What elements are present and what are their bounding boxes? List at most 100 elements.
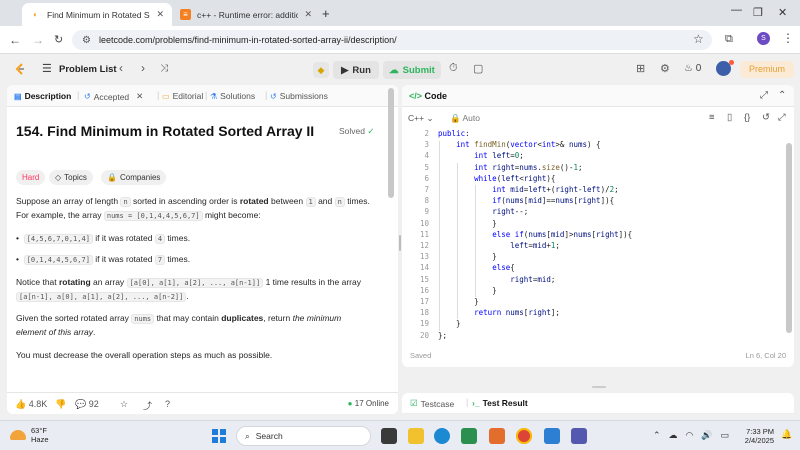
bookmark-icon[interactable]: ▯: [727, 112, 732, 123]
tab-label: Description: [24, 91, 72, 101]
timer-icon[interactable]: ⏱: [449, 62, 458, 75]
close-tab-icon[interactable]: ✕: [136, 91, 143, 102]
reset-icon[interactable]: ↺: [762, 112, 770, 123]
language-select[interactable]: C++ ⌄: [408, 113, 434, 124]
topics-button[interactable]: ◇ Topics: [49, 170, 93, 185]
editor-scrollbar[interactable]: [786, 143, 792, 333]
close-tab-icon[interactable]: ✕: [304, 9, 312, 20]
vertical-resize-handle[interactable]: [592, 386, 606, 388]
run-button[interactable]: ▶ Run: [333, 61, 379, 79]
app-icon[interactable]: [489, 428, 505, 444]
system-clock[interactable]: 7:33 PM 2/4/2025: [742, 427, 774, 445]
volume-icon[interactable]: 🔊: [701, 430, 712, 441]
companies-button[interactable]: 🔒 Companies: [101, 170, 167, 185]
premium-button[interactable]: Premium: [740, 61, 794, 78]
maximize-panel-icon[interactable]: ⤢: [760, 90, 768, 101]
description-scrollbar[interactable]: [388, 88, 394, 198]
browser-menu-icon[interactable]: ⋮: [782, 31, 794, 45]
app-icon[interactable]: [461, 428, 477, 444]
close-window-icon[interactable]: ✕: [778, 6, 787, 19]
code-line[interactable]: public:: [438, 129, 470, 138]
notes-icon[interactable]: ▢: [473, 62, 483, 75]
windows-start-icon[interactable]: [212, 429, 226, 443]
tab-editorial[interactable]: ▭ Editorial: [162, 91, 203, 101]
submit-button[interactable]: ☁ Submit: [383, 61, 441, 79]
collapse-panel-icon[interactable]: ⌃: [778, 90, 786, 101]
shuffle-icon[interactable]: ⤨: [160, 63, 168, 74]
battery-icon[interactable]: ▭: [721, 430, 730, 441]
fullscreen-icon[interactable]: ⤢: [778, 112, 786, 123]
forward-icon[interactable]: →: [32, 33, 44, 47]
bookmark-star-icon[interactable]: ☆: [693, 32, 704, 46]
weather-widget[interactable]: 63°F Haze: [10, 426, 49, 444]
chrome-icon[interactable]: [516, 428, 532, 444]
back-icon[interactable]: ←: [9, 33, 21, 47]
tab-accepted[interactable]: ↺ Accepted ✕: [84, 91, 143, 102]
code-line[interactable]: int findMin(vector<int>& nums) {: [438, 140, 601, 149]
code-line[interactable]: }: [438, 252, 497, 261]
comments-button[interactable]: 💬 92: [75, 399, 99, 410]
profile-avatar[interactable]: S: [757, 32, 770, 45]
tab-testcase[interactable]: ☑ Testcase: [410, 398, 454, 409]
code-line[interactable]: while(left<right){: [438, 174, 555, 183]
notification-bell-icon[interactable]: 🔔: [781, 429, 792, 440]
url-field[interactable]: ⚙ leetcode.com/problems/find-minimum-in-…: [72, 30, 712, 50]
taskbar-search[interactable]: ⌕ Search: [236, 426, 371, 446]
auto-mode-toggle[interactable]: 🔒 Auto: [450, 113, 480, 124]
close-tab-icon[interactable]: ✕: [156, 9, 164, 20]
minimize-icon[interactable]: —: [731, 4, 742, 16]
tab-test-result[interactable]: ›_ Test Result: [472, 398, 528, 408]
site-info-icon[interactable]: ⚙: [82, 35, 91, 46]
wifi-icon[interactable]: ◠: [686, 430, 694, 441]
favorite-star-icon[interactable]: ☆: [120, 399, 128, 410]
code-line[interactable]: else if(nums[mid]>nums[right]){: [438, 230, 632, 239]
prev-problem-icon[interactable]: ‹: [119, 61, 123, 75]
streak-fire-icon[interactable]: ♨ 0: [684, 63, 701, 74]
code-line[interactable]: };: [438, 331, 447, 340]
code-line[interactable]: int left=0;: [438, 151, 524, 160]
edge-icon[interactable]: [434, 428, 450, 444]
help-icon[interactable]: ?: [165, 399, 170, 409]
layout-icon[interactable]: ⊞: [636, 62, 645, 75]
code-line[interactable]: int right=nums.size()-1;: [438, 163, 582, 172]
new-tab-button[interactable]: +: [322, 6, 330, 21]
dislike-icon[interactable]: 👎: [55, 399, 66, 410]
code-line[interactable]: }: [438, 297, 479, 306]
code-line[interactable]: }: [438, 286, 497, 295]
share-icon[interactable]: ⤴: [143, 399, 152, 412]
code-line[interactable]: right--;: [438, 207, 528, 216]
panel-resize-handle[interactable]: [399, 235, 401, 251]
code-editor[interactable]: 2 public: 3 int findMin(vector<int>& nums)…: [402, 129, 794, 340]
browser-tab-leetcode[interactable]: ◐ Find Minimum in Rotated Sorte ✕: [22, 3, 172, 26]
code-line[interactable]: else{: [438, 263, 515, 272]
problem-title[interactable]: 154. Find Minimum in Rotated Sorted Arra…: [16, 123, 314, 139]
format-icon[interactable]: ≡: [709, 112, 715, 123]
debug-icon[interactable]: ◆: [313, 62, 329, 78]
leetcode-logo-icon[interactable]: [13, 62, 27, 76]
app-icon[interactable]: [544, 428, 560, 444]
code-line[interactable]: if(nums[mid]==nums[right]){: [438, 196, 614, 205]
browser-tab-stackoverflow[interactable]: ≡ c++ - Runtime error: addition o ✕: [172, 3, 320, 26]
tab-description[interactable]: ▤ Description: [14, 91, 71, 101]
file-explorer-icon[interactable]: [408, 428, 424, 444]
extensions-icon[interactable]: ⧉: [725, 33, 733, 46]
code-line[interactable]: int mid=left+(right-left)/2;: [438, 185, 618, 194]
tab-submissions[interactable]: ↺ Submissions: [270, 91, 328, 101]
settings-gear-icon[interactable]: ⚙: [660, 62, 670, 75]
code-tab[interactable]: </> Code: [409, 91, 447, 101]
task-view-icon[interactable]: [381, 428, 397, 444]
next-problem-icon[interactable]: ›: [141, 61, 145, 75]
cloud-icon[interactable]: ☁: [669, 430, 678, 441]
code-line[interactable]: }: [438, 219, 497, 228]
reload-icon[interactable]: ↻: [54, 33, 63, 46]
maximize-icon[interactable]: ❐: [753, 6, 763, 19]
braces-icon[interactable]: {}: [744, 112, 750, 123]
teams-icon[interactable]: [571, 428, 587, 444]
like-button[interactable]: 👍 4.8K: [15, 399, 47, 410]
code-line[interactable]: }: [438, 319, 461, 328]
problem-list-link[interactable]: Problem List: [59, 64, 117, 75]
chevron-up-icon[interactable]: ⌃: [653, 430, 661, 441]
problem-list-icon[interactable]: ☰: [42, 62, 52, 75]
tab-solutions[interactable]: ⚗ Solutions: [210, 91, 255, 101]
code-line[interactable]: right=mid;: [438, 275, 555, 284]
